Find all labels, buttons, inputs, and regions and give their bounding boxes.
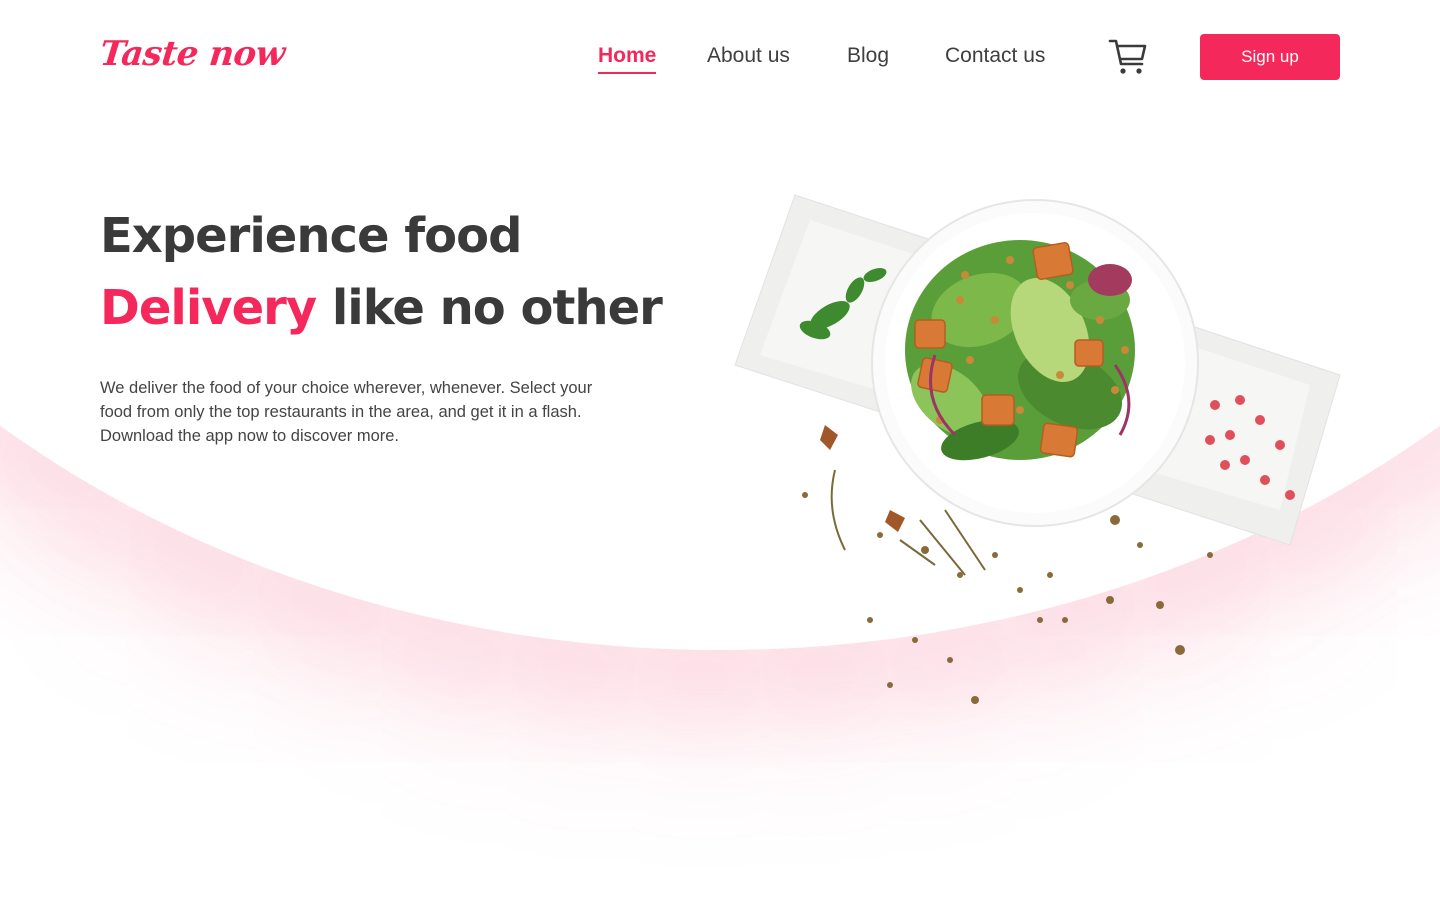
nav-item-blog[interactable]: Blog — [847, 44, 889, 68]
logo[interactable]: Taste now — [98, 34, 287, 74]
nav-item-contact[interactable]: Contact us — [945, 44, 1045, 68]
site-header: Taste now Home About us Blog Contact us … — [0, 0, 1440, 115]
salad-bowl-image — [720, 180, 1360, 720]
sign-up-button[interactable]: Sign up — [1200, 34, 1340, 80]
hero-headline-line1: Experience food — [100, 208, 522, 264]
hero-description: We deliver the food of your choice where… — [100, 379, 593, 445]
hero-section: Experience food Delivery like no other W… — [100, 200, 663, 465]
landing-page: Taste now Home About us Blog Contact us … — [0, 0, 1440, 905]
shopping-cart-icon[interactable] — [1108, 38, 1148, 76]
hero-headline-accent: Delivery — [100, 280, 317, 336]
nav-item-home[interactable]: Home — [598, 44, 657, 74]
hero-headline-rest: like no other — [316, 280, 663, 336]
nav-item-about[interactable]: About us — [707, 44, 790, 68]
hero-headline-line2: Delivery like no other — [100, 272, 663, 344]
